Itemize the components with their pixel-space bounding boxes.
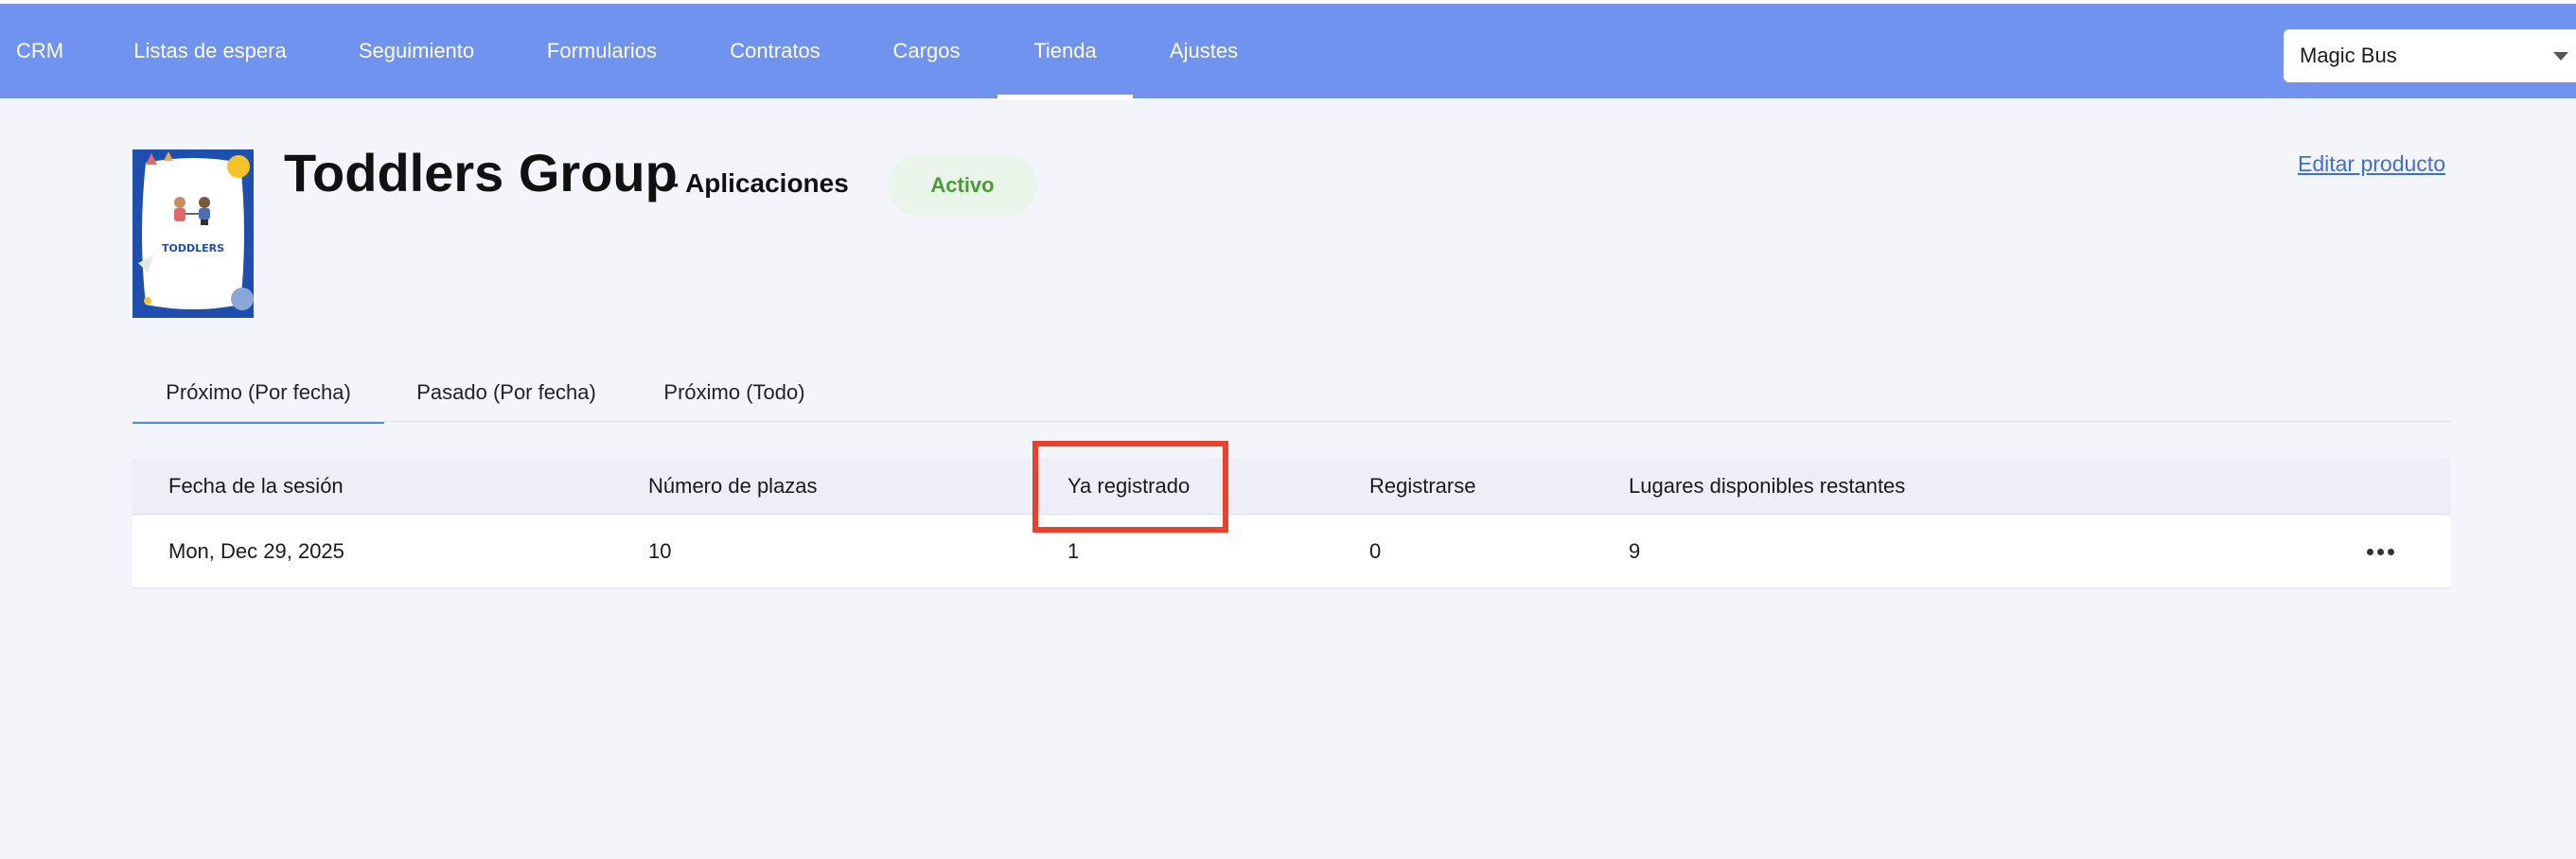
nav-item-seguimiento[interactable]: Seguimiento: [341, 4, 492, 98]
column-header-registrarse: Registrarse: [1369, 473, 1476, 498]
nav-item-contratos[interactable]: Contratos: [712, 4, 838, 98]
table-header-row: Fecha de la sesión Número de plazas Ya r…: [132, 458, 2451, 515]
chevron-down-icon: [2553, 52, 2568, 61]
organization-select[interactable]: Magic Bus: [2284, 29, 2576, 82]
product-title: Toddlers Group: [284, 143, 678, 202]
tab-pasado-por-fecha[interactable]: Pasado (Por fecha): [384, 363, 628, 422]
product-image-caption: TODDLERS: [161, 242, 225, 254]
column-header-ya-registrado: Ya registrado: [1067, 473, 1191, 498]
cell-seats: 10: [648, 539, 672, 563]
tab-proximo-todo[interactable]: Próximo (Todo): [628, 363, 840, 422]
tab-proximo-por-fecha[interactable]: Próximo (Por fecha): [132, 363, 384, 424]
cell-registered: 1: [1067, 539, 1080, 563]
tabs-divider: [132, 421, 2451, 422]
nav-item-ajustes[interactable]: Ajustes: [1155, 4, 1253, 98]
nav-item-tienda[interactable]: Tienda: [997, 4, 1133, 99]
column-header-lugares-restantes: Lugares disponibles restantes: [1629, 473, 1906, 498]
more-options-icon[interactable]: [2367, 516, 2394, 587]
cell-session-date: Mon, Dec 29, 2025: [168, 539, 344, 563]
organization-select-value: Magic Bus: [2300, 44, 2397, 67]
column-header-fecha: Fecha de la sesión: [168, 473, 344, 498]
column-header-numero-plazas: Número de plazas: [648, 473, 818, 498]
product-image: TODDLERS: [132, 149, 254, 318]
top-nav-bar: CRM Listas de espera Seguimiento Formula…: [0, 0, 2576, 99]
table-row: Mon, Dec 29, 2025 10 1 0 9: [132, 516, 2451, 588]
product-subtitle: - Aplicaciones: [670, 168, 849, 198]
nav-item-formularios[interactable]: Formularios: [530, 4, 674, 98]
product-thumbnail-art: [132, 149, 254, 318]
status-badge: Activo: [888, 155, 1037, 216]
cell-remaining: 9: [1629, 539, 1641, 563]
nav-item-crm[interactable]: CRM: [0, 4, 79, 98]
nav-item-cargos[interactable]: Cargos: [876, 4, 977, 98]
edit-product-link[interactable]: Editar producto: [2298, 151, 2445, 177]
nav-item-listas-de-espera[interactable]: Listas de espera: [117, 4, 303, 98]
cell-register: 0: [1369, 539, 1382, 563]
